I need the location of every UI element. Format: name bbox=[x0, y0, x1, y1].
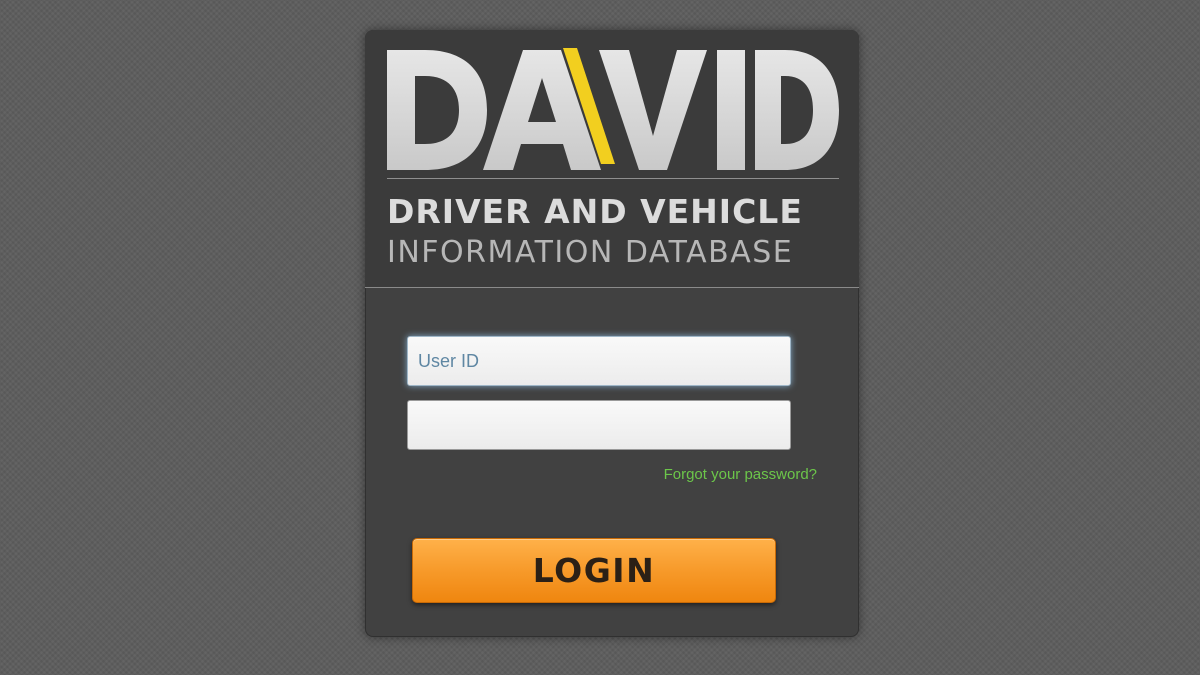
logo-letter-i bbox=[717, 50, 745, 170]
logo-letter-d bbox=[387, 50, 487, 170]
logo-letter-v bbox=[599, 50, 707, 170]
logo-letter-d2 bbox=[755, 50, 839, 170]
login-panel: DRIVER AND VEHICLE INFORMATION DATABASE … bbox=[365, 30, 859, 637]
user-id-input[interactable] bbox=[407, 336, 791, 386]
header-divider bbox=[387, 178, 839, 179]
brand-header: DRIVER AND VEHICLE INFORMATION DATABASE bbox=[365, 30, 859, 288]
tagline-line-2: INFORMATION DATABASE bbox=[387, 235, 794, 270]
forgot-password-link[interactable]: Forgot your password? bbox=[664, 466, 817, 483]
david-logo bbox=[387, 44, 839, 170]
password-input[interactable] bbox=[407, 400, 791, 450]
login-button[interactable]: LOGIN bbox=[412, 538, 776, 603]
tagline-line-1: DRIVER AND VEHICLE bbox=[387, 192, 803, 231]
